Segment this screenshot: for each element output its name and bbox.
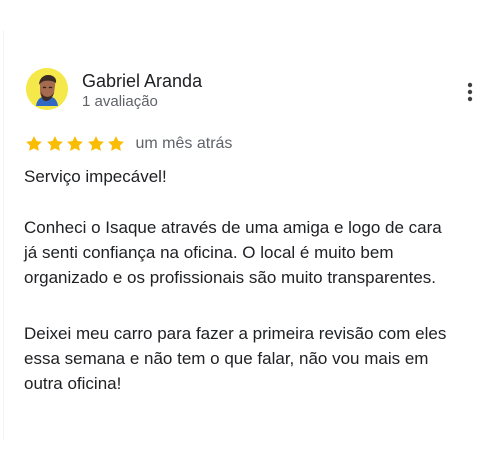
more-options-button[interactable]	[458, 80, 482, 104]
star-icon	[86, 134, 106, 154]
review-text-line: já senti confiança na oficina. O local é…	[24, 243, 394, 262]
star-rating	[24, 134, 127, 154]
card-left-divider	[3, 30, 4, 440]
star-icon	[65, 134, 85, 154]
avatar[interactable]	[26, 68, 68, 110]
review-text-line: Conheci o Isaque através de uma amiga e …	[24, 218, 442, 237]
star-icon	[106, 134, 126, 154]
review-text-line: essa semana e não tem o que falar, não v…	[24, 349, 429, 368]
avatar-person-icon	[26, 68, 68, 110]
review-card: Gabriel Aranda 1 avaliação um mês atrás …	[0, 0, 500, 466]
star-icon	[45, 134, 65, 154]
review-text-line: organizado e os profissionais são muito …	[24, 268, 437, 287]
author-review-count[interactable]: 1 avaliação	[82, 93, 158, 111]
rating-row: um mês atrás	[24, 133, 232, 155]
more-vert-icon	[467, 82, 473, 102]
review-date: um mês atrás	[135, 135, 233, 152]
review-text-line: outra oficina!	[24, 374, 122, 393]
author-name[interactable]: Gabriel Aranda	[82, 70, 202, 92]
review-text-line: Serviço impecável!	[24, 167, 167, 186]
star-icon	[24, 134, 44, 154]
review-text-line: Deixei meu carro para fazer a primeira r…	[24, 324, 447, 343]
